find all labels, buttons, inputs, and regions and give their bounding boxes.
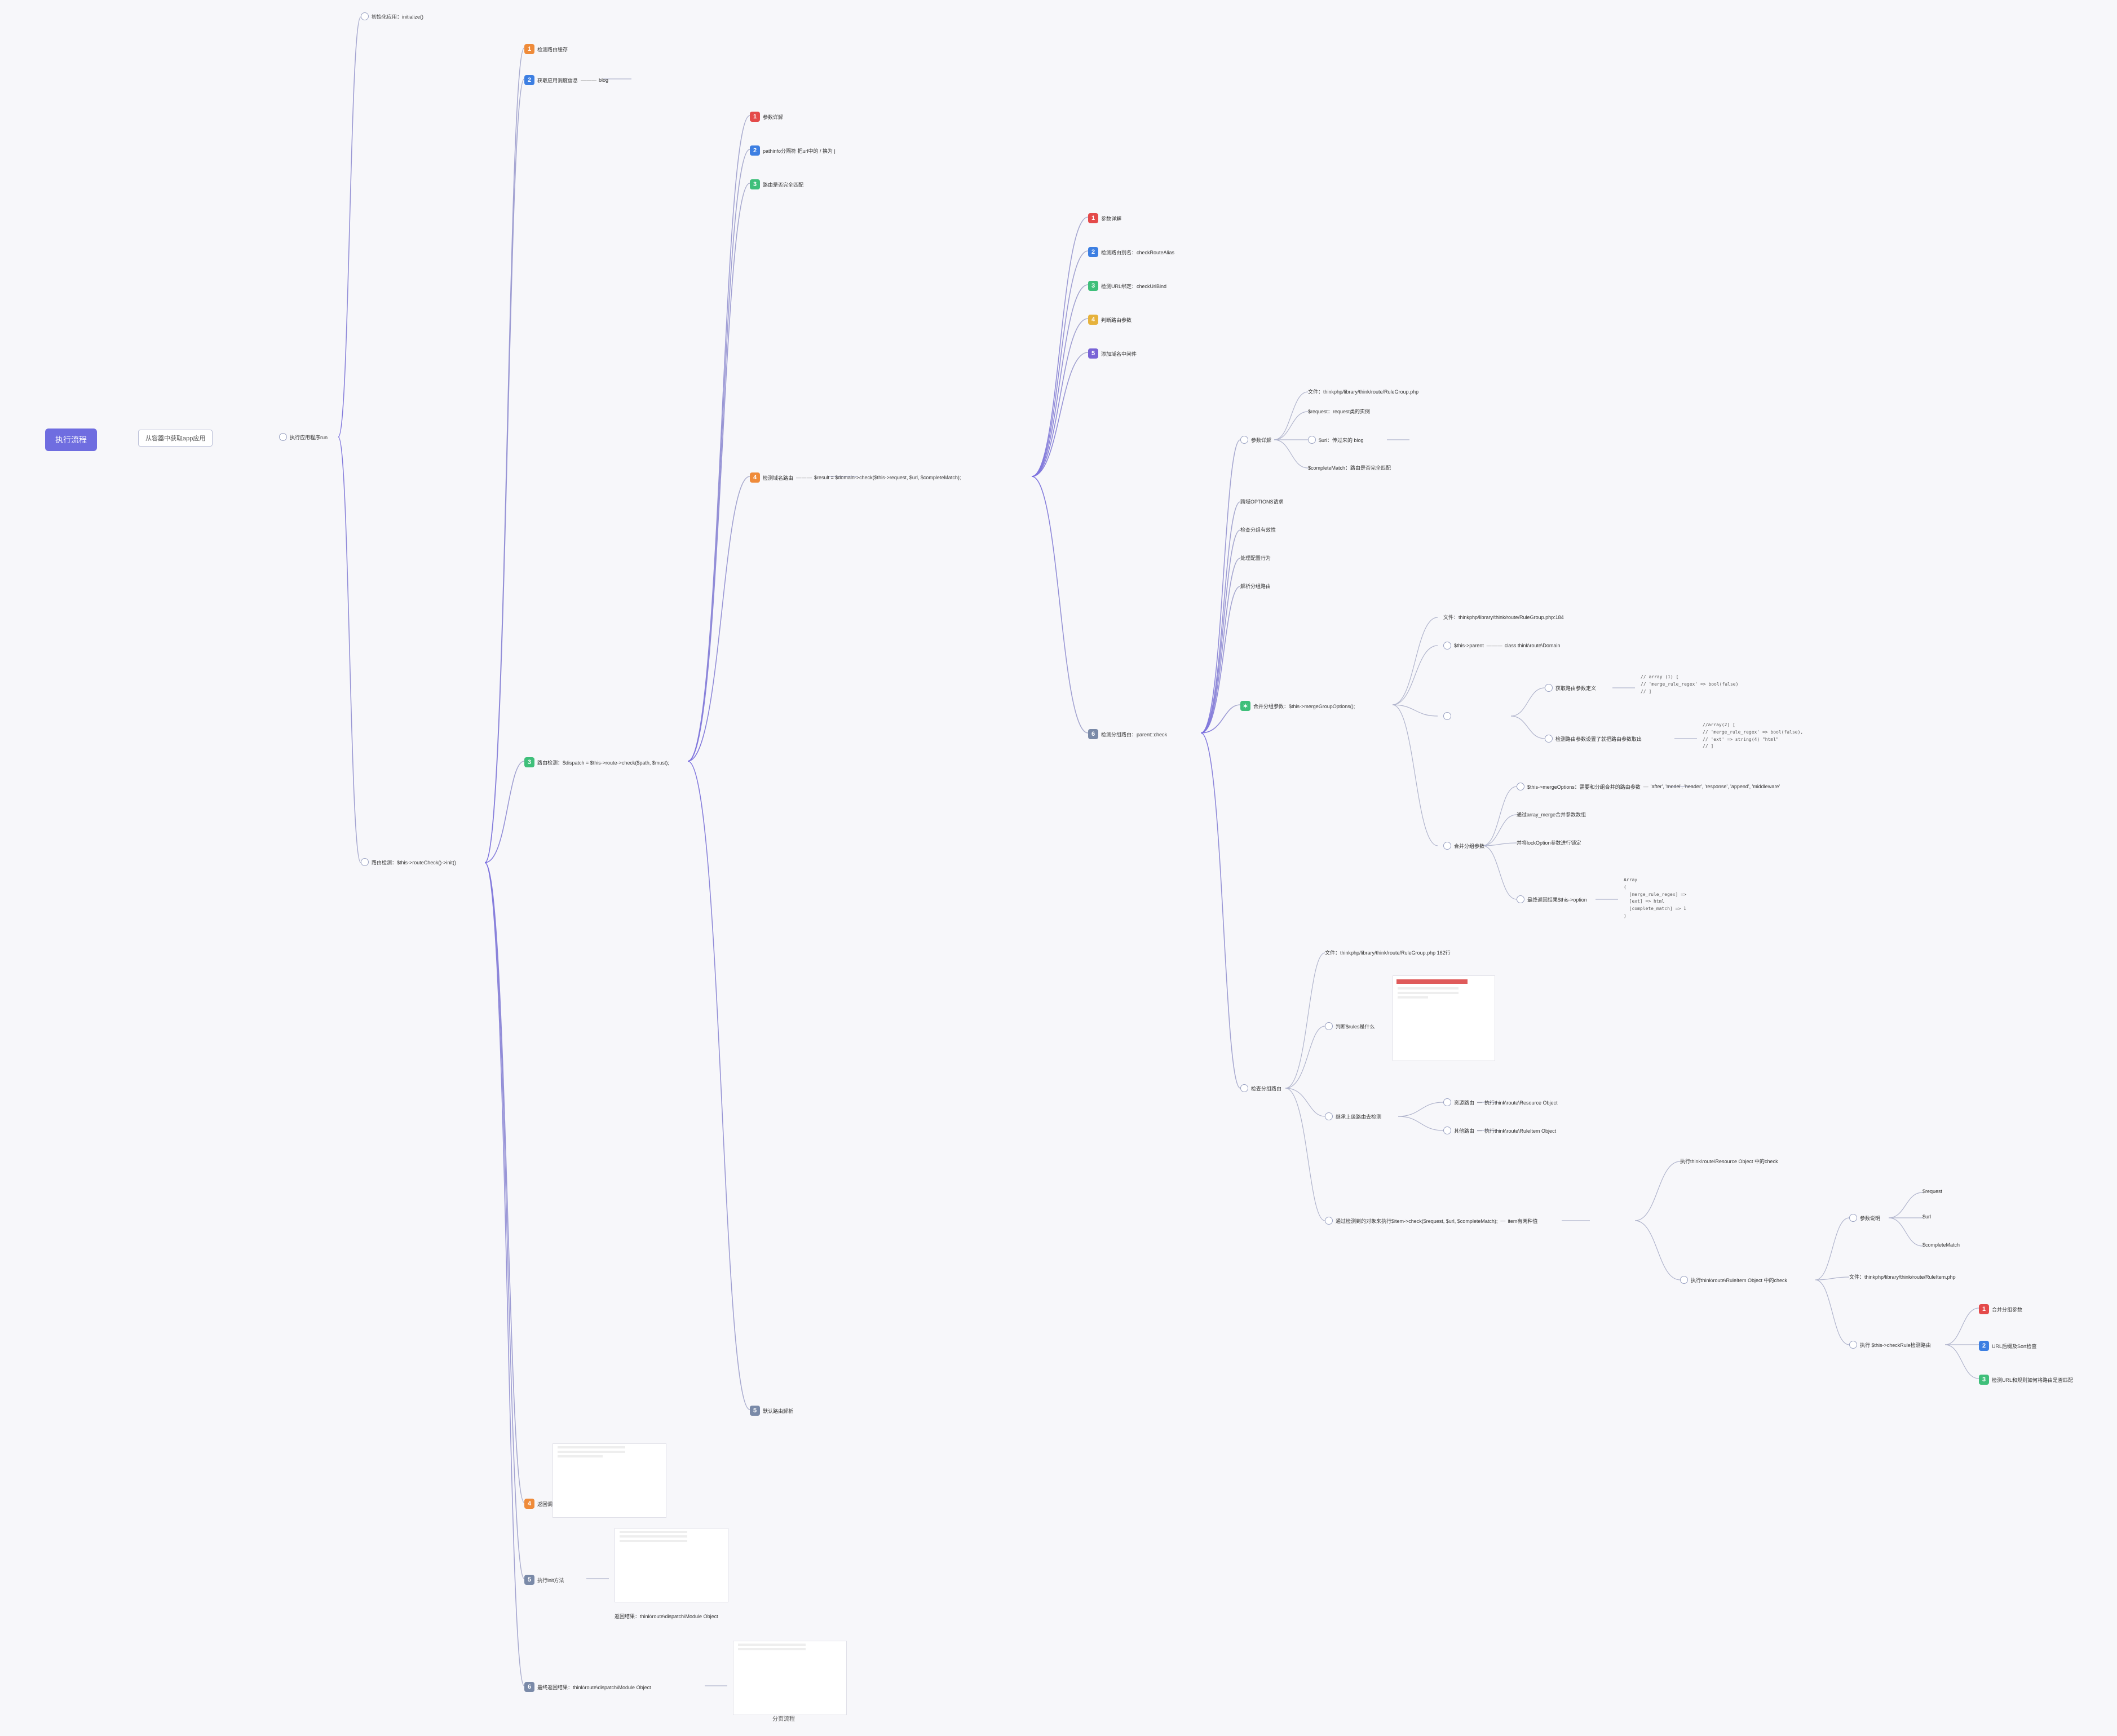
- domain-params[interactable]: 1参数详解: [1088, 213, 1121, 223]
- route-init-note: 返回结果：think\route\dispatch\Module Object: [615, 1613, 718, 1620]
- merge-options[interactable]: $this->mergeOptions：需要和分组合并的路由参数—'after'…: [1517, 783, 1780, 790]
- parent-behavior[interactable]: 处理配置行为: [1240, 554, 1271, 562]
- route-check-label: 路由检测：$dispatch = $this->route->check($pa…: [537, 759, 669, 766]
- route-init-exec-label: 执行init方法: [537, 1576, 564, 1584]
- merge-final[interactable]: 最终返回结果$this->option: [1517, 895, 1587, 903]
- arg-complete: $completeMatch: [1922, 1242, 1960, 1248]
- merge-getdef[interactable]: 获取路由参数定义: [1545, 684, 1596, 692]
- parent-checkgroup[interactable]: 检查分组路由: [1240, 1084, 1281, 1092]
- thumb-final-caption: 分页流程: [772, 1714, 795, 1722]
- app-routecheck[interactable]: 路由检测：$this->routeCheck()->init(): [361, 858, 456, 866]
- parent-valid[interactable]: 检查分组有效性: [1240, 526, 1276, 533]
- check-pathinfo[interactable]: 2pathinfo分隔符 把url中的 / 换为 |: [750, 145, 836, 156]
- item-ruleitem-check[interactable]: 执行think\route\RuleItem Object 中的check: [1680, 1276, 1787, 1284]
- param-url[interactable]: $url：传过来的 blog: [1308, 436, 1364, 444]
- root-label: 执行流程: [45, 429, 97, 451]
- merge-parent[interactable]: $this->parent— — —class think\route\Doma…: [1443, 642, 1560, 650]
- thumb-final: [733, 1641, 847, 1715]
- node-dot: [279, 433, 287, 441]
- merge-code-2: //array(2) [ // 'merge_rule_regex' => bo…: [1703, 722, 1803, 750]
- group-file: 文件：thinkphp/library/think/route/RuleGrou…: [1325, 949, 1451, 956]
- merge-code-1: // array (1) [ // 'merge_rule_regex' => …: [1641, 674, 1738, 695]
- domain-middleware[interactable]: 5添加域名中间件: [1088, 348, 1137, 359]
- merge-group[interactable]: 合并分组参数: [1443, 842, 1484, 850]
- route-dispatch-info[interactable]: 2获取应用调度信息— — —blog: [524, 75, 608, 85]
- route-final-return-label: 最终返回结果：think\route\dispatch\Module Objec…: [537, 1684, 651, 1691]
- trunk-run-label: 执行应用程序run: [290, 434, 328, 441]
- merge-lock[interactable]: 并将lockOption参数进行锁定: [1517, 839, 1581, 846]
- thumb-rules: [1393, 975, 1495, 1061]
- item-file: 文件：thinkphp/library/think/route/RuleItem…: [1849, 1273, 1956, 1280]
- route-dispatch-info-label: 获取应用调度信息: [537, 77, 578, 84]
- item-resource-check[interactable]: 执行think\route\Resource Object 中的check: [1680, 1158, 1778, 1165]
- group-parent-check[interactable]: 继承上级路由去检测: [1325, 1112, 1381, 1120]
- trunk-node-1: 从容器中获取app应用: [138, 430, 213, 447]
- parent-parse[interactable]: 解析分组路由: [1240, 582, 1271, 590]
- merge-extract[interactable]: 检测路由参数设置了就把路由参数取出: [1545, 735, 1642, 743]
- route-final-return[interactable]: 6最终返回结果：think\route\dispatch\Module Obje…: [524, 1682, 651, 1692]
- thumb-dispatch: [553, 1443, 666, 1518]
- parent-params[interactable]: 参数详解: [1240, 436, 1271, 444]
- merge-file: 文件：thinkphp/library/think/route/RuleGrou…: [1443, 613, 1564, 621]
- trunk-run[interactable]: 执行应用程序run: [279, 433, 328, 441]
- arg-request: $request: [1922, 1189, 1942, 1194]
- checkrule-merge[interactable]: 1合并分组参数: [1979, 1304, 2022, 1314]
- checkrule-match[interactable]: 3检测URL和规则如何将路由是否匹配: [1979, 1375, 2073, 1385]
- parent-merge[interactable]: ✶合并分组参数：$this->mergeGroupOptions();: [1240, 701, 1355, 711]
- connector-lines: [0, 0, 2117, 1736]
- item-checkrule[interactable]: 执行 $this->checkRule检测路由: [1849, 1341, 1931, 1349]
- param-request: $request：request类的实例: [1308, 408, 1370, 415]
- domain-routeparam[interactable]: 4判断路由参数: [1088, 315, 1132, 325]
- app-init-label: 初始化应用：initialize(): [372, 13, 423, 20]
- route-cache[interactable]: 1检测路由缓存: [524, 44, 568, 54]
- check-domain[interactable]: 4检测域名路由— — —$result = $domain->check($th…: [750, 472, 961, 483]
- checkrule-suffix[interactable]: 2URL后缀及Sort检查: [1979, 1341, 2037, 1351]
- domain-alias[interactable]: 2检测路由别名：checkRouteAlias: [1088, 247, 1174, 257]
- route-dispatch-info-note: blog: [599, 77, 608, 83]
- route-cache-label: 检测路由缓存: [537, 46, 568, 53]
- parent-options[interactable]: 跨域OPTIONS请求: [1240, 498, 1284, 505]
- route-init-exec[interactable]: 5执行init方法: [524, 1575, 564, 1585]
- param-match: $completeMatch：路由是否完全匹配: [1308, 464, 1391, 471]
- merge-arraymerge[interactable]: 通过array_merge合并参数数组: [1517, 811, 1586, 818]
- group-rules[interactable]: 判断$rules是什么: [1325, 1022, 1375, 1030]
- domain-urlbind[interactable]: 3检测URL绑定：checkUrlBind: [1088, 281, 1166, 291]
- app-init[interactable]: 初始化应用：initialize(): [361, 12, 423, 20]
- trunk-container[interactable]: 从容器中获取app应用: [138, 430, 213, 447]
- mindmap-canvas[interactable]: 执行流程 从容器中获取app应用 执行应用程序run 初始化应用：initial…: [0, 0, 2117, 1736]
- item-args[interactable]: 参数说明: [1849, 1214, 1880, 1222]
- check-complete[interactable]: 3路由是否完全匹配: [750, 179, 803, 189]
- arg-url: $url: [1922, 1214, 1931, 1220]
- route-check[interactable]: 3路由检测：$dispatch = $this->route->check($p…: [524, 757, 669, 767]
- domain-parentcheck[interactable]: 6检测分组路由：parent::check: [1088, 729, 1167, 739]
- check-domain-note: $result = $domain->check($this->request,…: [814, 475, 961, 480]
- thumb-init: [615, 1528, 728, 1602]
- merge-final-code: Array ( [merge_rule_regex] => [ext] => h…: [1624, 877, 1686, 920]
- group-resource[interactable]: 资源路由—执行think\route\Resource Object: [1443, 1098, 1558, 1106]
- check-default[interactable]: 5默认路由解析: [750, 1406, 793, 1416]
- group-other[interactable]: 其他路由—执行think\route\RuleItem Object: [1443, 1127, 1556, 1134]
- app-routecheck-label: 路由检测：$this->routeCheck()->init(): [372, 859, 456, 866]
- pfile: 文件：thinkphp/library/think/route/RuleGrou…: [1308, 388, 1418, 395]
- group-item-check[interactable]: 通过检测到的对象来执行$item->check($request, $url, …: [1325, 1217, 1537, 1225]
- merge-branch[interactable]: [1443, 712, 1451, 720]
- root-node[interactable]: 执行流程: [45, 429, 97, 451]
- check-params[interactable]: 1参数详解: [750, 112, 783, 122]
